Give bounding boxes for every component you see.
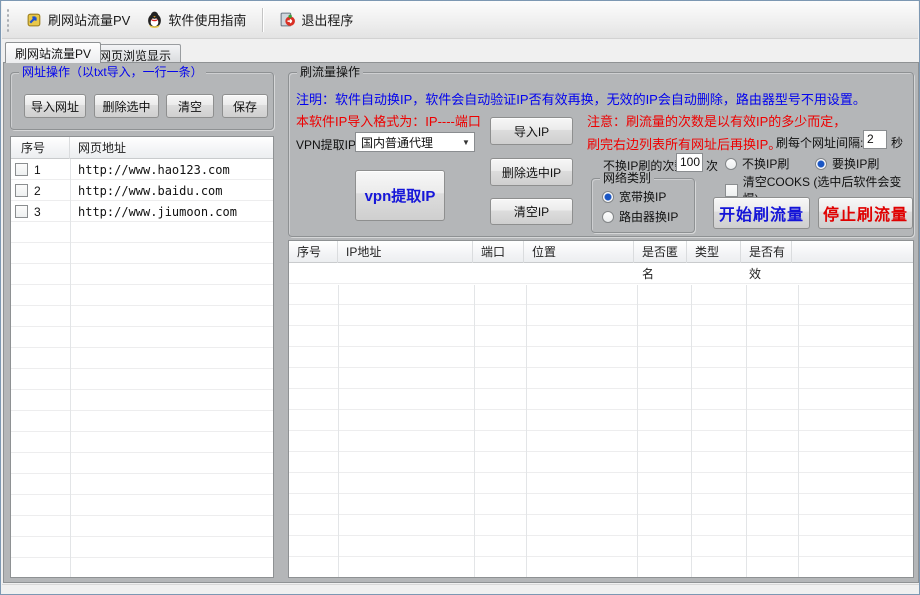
radio-broadband-label: 宽带换IP (619, 188, 666, 205)
toolbar: 刷网站流量PV 软件使用指南 退出程序 (2, 1, 918, 39)
save-urls-button[interactable]: 保存 (222, 94, 268, 118)
note-traffic-count: 注意：刷流量的次数是以有效IP的多少而定， (587, 111, 846, 130)
vpn-proxy-select[interactable]: 国内普通代理 ▼ (355, 132, 475, 152)
toolbar-button-label: 退出程序 (301, 10, 353, 29)
ip-table: 序号 IP地址 端口 位置 是否匿名 类型 是否有效 (288, 240, 914, 578)
radio-icon (602, 211, 614, 223)
toolbar-button-guide[interactable]: 软件使用指南 (138, 6, 254, 33)
url-row-address: http://www.jiumoon.com (68, 205, 237, 219)
tab-traffic-pv[interactable]: 刷网站流量PV (5, 42, 101, 63)
ip-table-header: 序号 IP地址 端口 位置 是否匿名 类型 是否有效 (289, 241, 913, 263)
toolbar-button-label: 刷网站流量PV (48, 10, 130, 29)
toolbar-separator (262, 8, 263, 32)
traffic-operations-group-title: 刷流量操作 (297, 65, 363, 79)
tab-strip: 刷网站流量PV 网页浏览显示 (3, 42, 919, 63)
ip-table-header-valid[interactable]: 是否有效 (741, 241, 792, 263)
toolbar-grip[interactable] (6, 8, 10, 32)
ip-table-header-anonymous[interactable]: 是否匿名 (634, 241, 687, 263)
traffic-operations-group: 刷流量操作 注明：软件自动换IP，软件会自动验证IP否有效再换，无效的IP会自动… (288, 72, 914, 237)
url-row[interactable]: 1 http://www.hao123.com (11, 159, 273, 180)
exit-icon (279, 11, 296, 28)
radio-no-switch-ip-label: 不换IP刷 (742, 155, 789, 172)
url-operations-group: 网址操作（以txt导入，一行一条） 导入网址 删除选中 清空 保存 (10, 72, 274, 130)
url-table: 序号 网页地址 1 http://www.hao123.com 2 http:/… (10, 136, 274, 578)
url-row[interactable]: 3 http://www.jiumoon.com (11, 201, 273, 222)
radio-broadband-switch-ip[interactable]: 宽带换IP (602, 188, 666, 205)
ip-table-header-type[interactable]: 类型 (687, 241, 741, 263)
ip-table-column-divider (798, 285, 799, 577)
ip-table-column-divider (746, 285, 747, 577)
checkbox-icon (725, 184, 738, 197)
ip-table-column-divider (338, 285, 339, 577)
start-traffic-button[interactable]: 开始刷流量 (713, 197, 810, 229)
url-row-index: 2 (34, 184, 68, 198)
clear-ip-button[interactable]: 清空IP (490, 198, 573, 225)
url-table-body: 1 http://www.hao123.com 2 http://www.bai… (11, 159, 273, 577)
stop-traffic-button[interactable]: 停止刷流量 (818, 197, 913, 229)
ip-table-body (289, 263, 913, 577)
vpn-extract-label: VPN提取IP (296, 136, 356, 153)
interval-unit-label: 秒 (891, 134, 903, 151)
app-window: 刷网站流量PV 软件使用指南 退出程序 刷网站 (0, 0, 920, 595)
radio-router-switch-ip[interactable]: 路由器换IP (602, 208, 678, 225)
radio-icon (602, 191, 614, 203)
main-panel: 网址操作（以txt导入，一行一条） 导入网址 删除选中 清空 保存 序号 网页地… (3, 62, 919, 583)
url-row-checkbox[interactable] (15, 205, 28, 218)
vpn-extract-ip-button[interactable]: vpn提取IP (355, 170, 445, 221)
chevron-down-icon: ▼ (458, 138, 474, 147)
toolbar-button-traffic[interactable]: 刷网站流量PV (18, 6, 138, 33)
url-table-header: 序号 网页地址 (11, 137, 273, 159)
import-ip-button[interactable]: 导入IP (490, 117, 573, 145)
radio-no-switch-ip[interactable]: 不换IP刷 (725, 155, 789, 172)
url-row-checkbox[interactable] (15, 163, 28, 176)
status-bar (2, 584, 919, 595)
toolbar-button-exit[interactable]: 退出程序 (271, 6, 361, 33)
toolbar-button-label: 软件使用指南 (168, 10, 246, 29)
ip-table-column-divider (474, 285, 475, 577)
ip-table-header-port[interactable]: 端口 (473, 241, 524, 263)
url-row-address: http://www.hao123.com (68, 163, 230, 177)
ip-table-header-location[interactable]: 位置 (524, 241, 634, 263)
vpn-proxy-select-value: 国内普通代理 (356, 134, 458, 151)
guide-icon (146, 11, 163, 28)
interval-input[interactable]: 2 (863, 130, 887, 149)
delete-selected-ip-button[interactable]: 删除选中IP (490, 158, 573, 186)
interval-label: 刷每个网址间隔: (776, 134, 863, 151)
url-row-address: http://www.baidu.com (68, 184, 223, 198)
no-switch-count-input[interactable]: 100 (676, 153, 703, 172)
radio-switch-ip[interactable]: 要换IP刷 (815, 155, 879, 172)
radio-icon (815, 158, 827, 170)
radio-switch-ip-label: 要换IP刷 (832, 155, 879, 172)
traffic-icon (26, 11, 43, 28)
delete-selected-urls-button[interactable]: 删除选中 (94, 94, 159, 118)
tab-web-display[interactable]: 网页浏览显示 (89, 44, 181, 63)
ip-table-column-divider (637, 285, 638, 577)
ip-table-header-filler (792, 241, 913, 263)
url-row-index: 3 (34, 205, 68, 219)
url-table-header-index[interactable]: 序号 (11, 137, 70, 159)
url-table-header-address[interactable]: 网页地址 (70, 137, 273, 159)
radio-icon (725, 158, 737, 170)
url-row-index: 1 (34, 163, 68, 177)
radio-router-label: 路由器换IP (619, 208, 678, 225)
url-row[interactable]: 2 http://www.baidu.com (11, 180, 273, 201)
import-urls-button[interactable]: 导入网址 (24, 94, 86, 118)
clear-urls-button[interactable]: 清空 (166, 94, 214, 118)
note-ip-import-format: 本软件IP导入格式为：IP----端口 (296, 111, 481, 130)
network-type-group-title: 网络类别 (600, 171, 654, 185)
url-operations-group-title: 网址操作（以txt导入，一行一条） (19, 65, 206, 79)
ip-table-column-divider (691, 285, 692, 577)
note-auto-switch-ip: 注明：软件自动换IP，软件会自动验证IP否有效再换，无效的IP会自动删除，路由器… (296, 89, 866, 108)
no-switch-count-unit-label: 次 (706, 157, 718, 174)
network-type-group: 网络类别 宽带换IP 路由器换IP (591, 178, 695, 233)
ip-table-header-index[interactable]: 序号 (289, 241, 338, 263)
note-switch-after-list: 刷完右边列表所有网址后再换IP。 (587, 134, 781, 153)
url-row-checkbox[interactable] (15, 184, 28, 197)
ip-table-header-ip[interactable]: IP地址 (338, 241, 473, 263)
ip-table-column-divider (526, 285, 527, 577)
